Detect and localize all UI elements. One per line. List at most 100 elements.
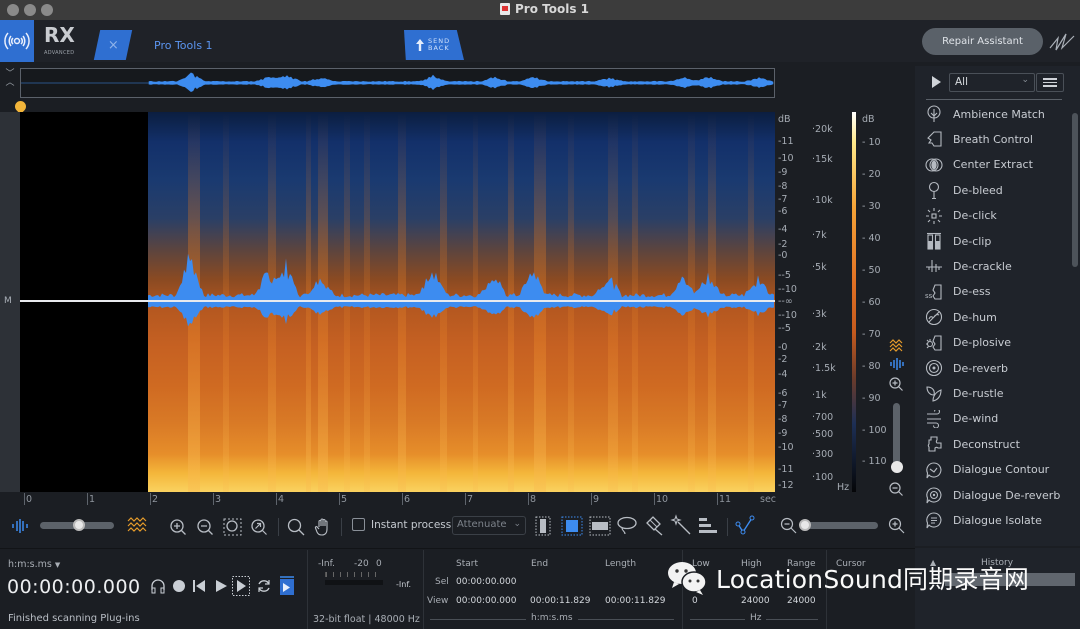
zoom-fit-icon[interactable] <box>250 518 268 536</box>
view-end-field[interactable]: 00:00:11.829 <box>530 596 590 606</box>
spectrogram-display-icon[interactable] <box>889 339 905 353</box>
module-item-label: De-plosive <box>953 336 1012 350</box>
repair-assistant-button[interactable]: Repair Assistant <box>922 28 1043 55</box>
view-length-field[interactable]: 00:00:11.829 <box>605 596 665 606</box>
sel-header-start: Start <box>456 559 478 569</box>
play-selection-icon[interactable] <box>232 576 250 596</box>
zoom-out-icon[interactable] <box>196 518 214 536</box>
module-item[interactable]: Dialogue Isolate <box>925 509 1042 531</box>
play-icon[interactable] <box>214 578 228 594</box>
module-item[interactable]: Deconstruct <box>925 433 1020 455</box>
contour-icon <box>925 461 943 479</box>
vertical-zoom-thumb[interactable] <box>891 461 903 473</box>
blend-slider-thumb[interactable] <box>73 519 85 531</box>
divider <box>307 550 308 629</box>
crackle-icon <box>925 257 943 275</box>
frequency-tick: ·5k <box>812 262 827 273</box>
frequency-selection-tool-icon[interactable] <box>589 516 611 536</box>
loop-icon[interactable] <box>256 578 272 594</box>
module-item-label: De-click <box>953 209 997 223</box>
time-ruler[interactable]: 0 1 2 3 4 5 6 7 8 9 10 11 sec <box>20 492 780 508</box>
time-unit-label: sec <box>760 494 777 505</box>
module-item[interactable]: Ambience Match <box>925 103 1045 125</box>
vertical-zoom-slider[interactable] <box>893 403 900 468</box>
module-item[interactable]: De-bleed <box>925 179 1003 201</box>
skip-to-start-icon[interactable] <box>192 578 206 594</box>
view-low-field[interactable]: 0 <box>692 596 698 606</box>
meter-peak-value[interactable]: -Inf. <box>396 580 411 589</box>
meter-ticks <box>325 572 381 577</box>
collapse-overview-icon[interactable]: ﹀ ︿ <box>3 70 17 96</box>
zoom-window-button[interactable] <box>41 4 53 16</box>
view-range-field[interactable]: 24000 <box>787 596 816 606</box>
module-item[interactable]: De-crackle <box>925 255 1012 277</box>
harmonic-selection-tool-icon[interactable] <box>698 516 718 536</box>
close-window-button[interactable] <box>7 4 19 16</box>
file-tab[interactable]: Pro Tools 1 <box>154 39 213 52</box>
minimize-window-button[interactable] <box>24 4 36 16</box>
horizontal-zoom-thumb[interactable] <box>799 519 811 531</box>
play-module-icon[interactable] <box>932 76 941 88</box>
time-tick-label: 1 <box>89 494 96 505</box>
signature-icon[interactable] <box>1048 26 1076 56</box>
playback-follow-icon[interactable] <box>279 576 295 596</box>
module-item[interactable]: De-click <box>925 205 997 227</box>
wechat-icon <box>668 562 707 595</box>
module-list-menu-button[interactable] <box>1036 73 1064 92</box>
zoom-in-icon[interactable] <box>169 518 187 536</box>
module-list-scrollbar[interactable] <box>1072 113 1078 267</box>
spectrogram-view[interactable] <box>20 112 775 492</box>
module-filter-select[interactable]: All ⌄ <box>949 73 1035 92</box>
module-item-label: De-wind <box>953 412 999 426</box>
module-item-label: Dialogue Isolate <box>953 513 1042 527</box>
waveform-overview[interactable] <box>20 68 775 98</box>
send-back-button[interactable]: SEND BACK <box>404 30 464 60</box>
zoom-out-vertical-icon[interactable] <box>888 481 904 497</box>
waveform-display-icon[interactable] <box>889 357 905 371</box>
waveform-opacity-icon[interactable] <box>11 518 29 534</box>
view-start-field[interactable]: 00:00:00.000 <box>456 596 516 606</box>
module-item[interactable]: De-rustle <box>925 382 1004 404</box>
module-item[interactable]: De-wind <box>925 408 998 430</box>
module-item[interactable]: De-clip <box>925 230 991 252</box>
module-item[interactable]: De-reverb <box>925 357 1008 379</box>
channel-label[interactable]: M <box>4 296 12 306</box>
close-tab-button[interactable]: × <box>93 30 133 60</box>
time-format-select[interactable]: h:m:s.ms ▼ <box>8 559 60 570</box>
monitor-headphones-icon[interactable] <box>150 578 166 594</box>
time-tick-mark <box>24 493 25 505</box>
waveform-path <box>148 253 774 327</box>
horizontal-zoom-in-icon[interactable] <box>888 517 906 535</box>
time-tick-mark <box>339 493 340 505</box>
zoom-in-vertical-icon[interactable] <box>888 376 904 392</box>
view-high-field[interactable]: 24000 <box>741 596 770 606</box>
meter-scale-20: -20 <box>354 559 369 569</box>
sel-start-field[interactable]: 00:00:00.000 <box>456 577 516 587</box>
magic-wand-tool-icon[interactable] <box>670 514 692 536</box>
module-item[interactable]: Breath Control <box>925 128 1033 150</box>
amplitude-tick: --5 <box>778 270 791 281</box>
instant-process-checkbox[interactable] <box>352 518 365 531</box>
time-selection-tool-icon[interactable] <box>535 516 551 536</box>
hand-tool-icon[interactable] <box>314 518 332 537</box>
envelope-tool-icon[interactable] <box>734 514 756 536</box>
lasso-tool-icon[interactable] <box>616 516 638 536</box>
horizontal-zoom-slider[interactable] <box>800 522 878 529</box>
module-item[interactable]: De-hum <box>925 306 997 328</box>
module-item[interactable]: Dialogue Contour <box>925 459 1049 481</box>
time-frequency-selection-tool-icon[interactable] <box>561 516 583 536</box>
module-item[interactable]: Center Extract <box>925 154 1033 176</box>
horizontal-zoom-out-icon[interactable] <box>780 517 798 535</box>
frequency-tick: ·300 <box>812 449 834 460</box>
module-item[interactable]: Dialogue De-reverb <box>925 484 1060 506</box>
module-item[interactable]: ss De-ess <box>925 281 990 303</box>
amplitude-scale: dB -11 -10 -9 -8 -7 -6 -4 -2 -0 --5 --10 --∞ --10 --5-… <box>778 112 808 492</box>
record-icon[interactable] <box>172 578 186 594</box>
brush-tool-icon[interactable] <box>644 514 666 536</box>
module-item[interactable]: De-plosive <box>925 332 1011 354</box>
zoom-to-selection-icon[interactable] <box>223 518 243 536</box>
magnify-tool-icon[interactable] <box>287 518 305 536</box>
spectrogram-opacity-icon[interactable] <box>127 516 147 534</box>
overview-waveform-path <box>21 72 774 92</box>
instant-process-mode-select[interactable]: Attenuate ⌄ <box>452 516 526 535</box>
